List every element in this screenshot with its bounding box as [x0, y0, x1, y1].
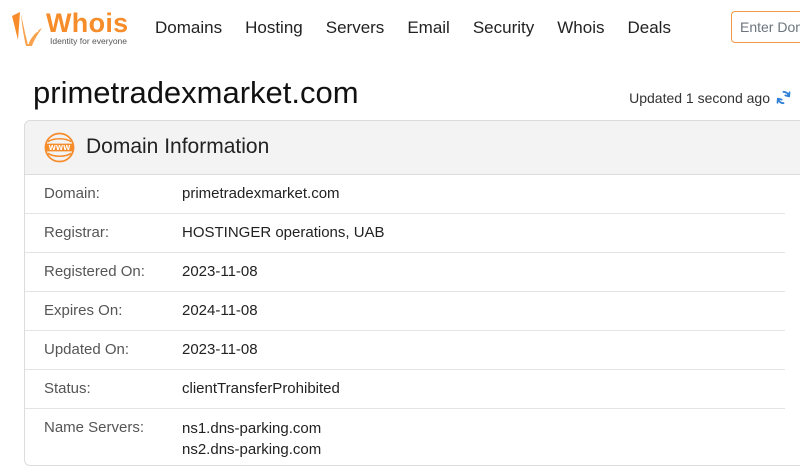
info-row-registered-on: Registered On: 2023-11-08	[25, 253, 785, 292]
card-header: WWW Domain Information	[25, 121, 800, 175]
info-row-expires-on: Expires On: 2024-11-08	[25, 292, 785, 331]
logo-tagline: Identity for everyone	[50, 36, 128, 46]
info-row-registrar: Registrar: HOSTINGER operations, UAB	[25, 214, 785, 253]
www-icon: WWW	[44, 132, 75, 163]
logo-wordmark: Whois	[46, 8, 129, 38]
info-row-updated-on: Updated On: 2023-11-08	[25, 331, 785, 370]
site-header: Whois Identity for everyone Domains Host…	[0, 0, 800, 55]
refresh-icon[interactable]	[775, 89, 792, 106]
row-label: Expires On:	[44, 302, 123, 319]
row-value: 2023-11-08	[182, 341, 258, 358]
nav-item-servers[interactable]: Servers	[326, 17, 385, 39]
info-row-domain: Domain: primetradexmarket.com	[25, 175, 785, 214]
domain-information-card: WWW Domain Information Domain: primetrad…	[24, 120, 800, 466]
row-value: primetradexmarket.com	[182, 185, 340, 202]
domain-info-table: Domain: primetradexmarket.com Registrar:…	[25, 175, 785, 465]
row-label: Registered On:	[44, 263, 145, 280]
row-value: 2024-11-08	[182, 302, 258, 319]
whois-logo-icon	[12, 12, 42, 46]
info-row-name-servers: Name Servers: ns1.dns-parking.com ns2.dn…	[25, 409, 785, 465]
row-label: Registrar:	[44, 224, 110, 241]
row-label: Status:	[44, 380, 91, 397]
row-value: 2023-11-08	[182, 263, 258, 280]
nav-item-deals[interactable]: Deals	[627, 17, 670, 39]
nav-item-whois[interactable]: Whois	[557, 17, 604, 39]
main-nav: Domains Hosting Servers Email Security W…	[155, 17, 694, 39]
nav-item-hosting[interactable]: Hosting	[245, 17, 303, 39]
card-title: Domain Information	[86, 135, 270, 158]
row-value: HOSTINGER operations, UAB	[182, 224, 385, 241]
svg-text:WWW: WWW	[49, 144, 72, 152]
name-server-1: ns1.dns-parking.com	[182, 420, 322, 437]
info-row-status: Status: clientTransferProhibited	[25, 370, 785, 409]
whois-logo[interactable]: Whois Identity for everyone	[8, 6, 132, 48]
updated-text: Updated 1 second ago	[629, 89, 770, 106]
row-label: Domain:	[44, 185, 100, 202]
row-value-list: ns1.dns-parking.com ns2.dns-parking.com	[182, 419, 321, 461]
nav-item-security[interactable]: Security	[473, 17, 534, 39]
domain-search-input[interactable]	[731, 11, 800, 43]
row-label: Name Servers:	[44, 419, 145, 436]
row-label: Updated On:	[44, 341, 130, 358]
updated-status: Updated 1 second ago	[629, 89, 792, 106]
name-server-2: ns2.dns-parking.com	[182, 441, 322, 458]
nav-item-email[interactable]: Email	[407, 17, 450, 39]
nav-item-domains[interactable]: Domains	[155, 17, 222, 39]
row-value: clientTransferProhibited	[182, 380, 340, 397]
page-title: primetradexmarket.com	[33, 75, 359, 110]
